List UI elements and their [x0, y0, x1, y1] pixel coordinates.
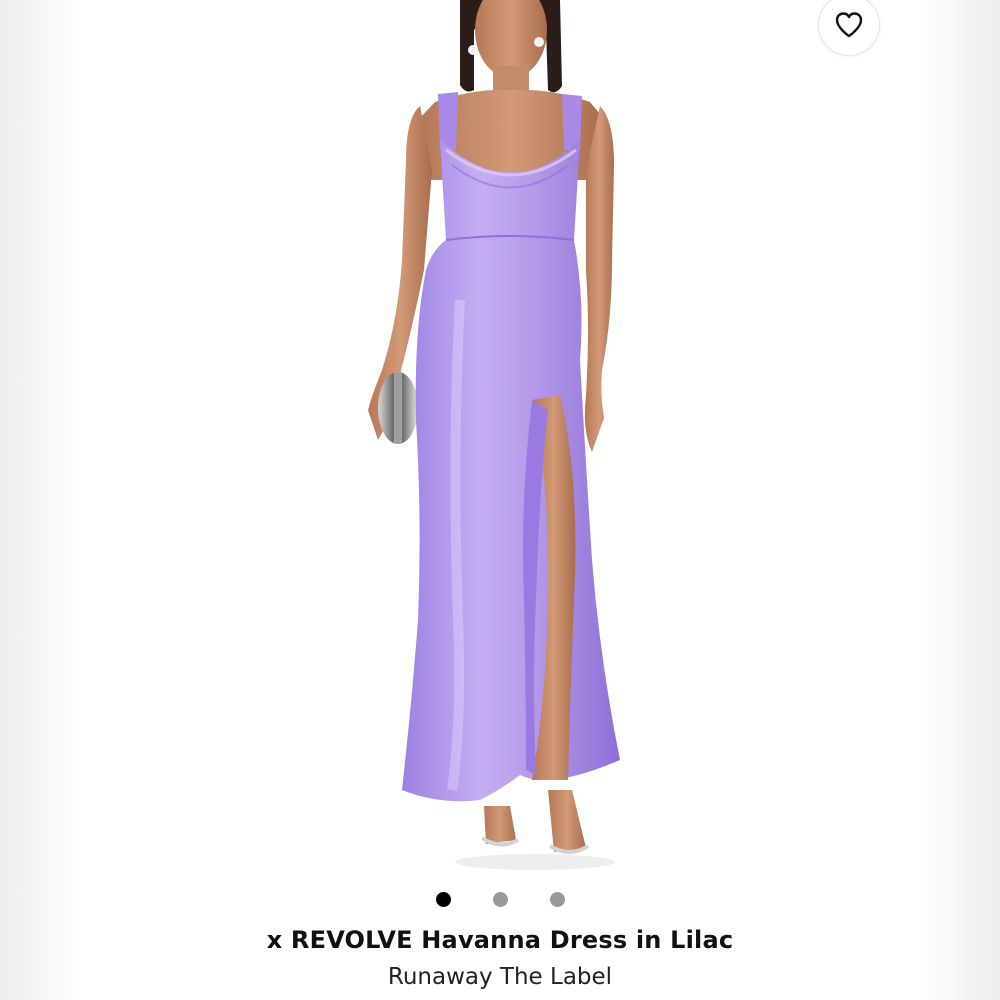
product-photo — [368, 0, 620, 870]
product-card: x REVOLVE Havanna Dress in Lilac Runaway… — [80, 0, 920, 1000]
page: x REVOLVE Havanna Dress in Lilac Runaway… — [0, 0, 1000, 1000]
carousel-dot-1[interactable] — [435, 892, 451, 907]
carousel-dot-2[interactable] — [492, 892, 508, 907]
carousel-pagination — [80, 892, 920, 908]
product-image[interactable] — [80, 0, 920, 875]
carousel-dot-3[interactable] — [549, 892, 565, 907]
heart-icon — [835, 12, 863, 38]
product-title: x REVOLVE Havanna Dress in Lilac — [266, 926, 734, 954]
product-brand[interactable]: Runaway The Label — [80, 964, 920, 990]
